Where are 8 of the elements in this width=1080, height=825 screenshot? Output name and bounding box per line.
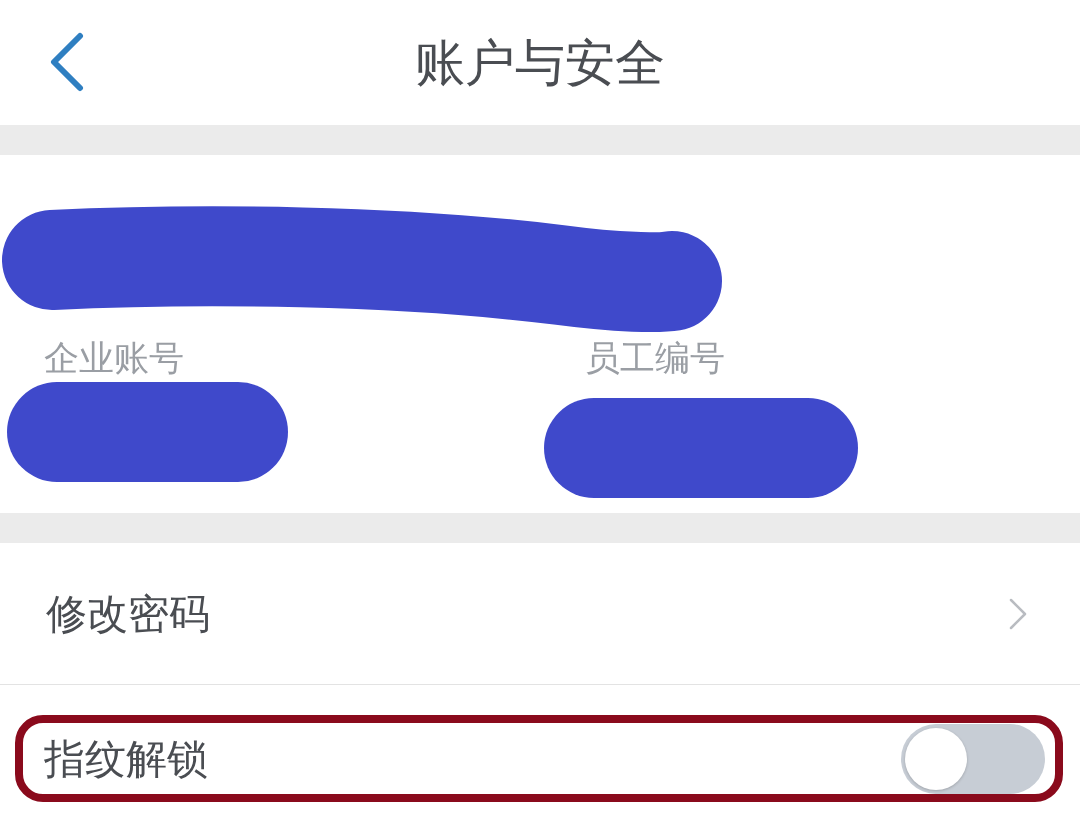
toggle-switch[interactable] [901, 723, 1045, 794]
field-label: 员工编号 [585, 338, 725, 378]
setting-label: 修改密码 [46, 589, 210, 638]
back-icon[interactable] [48, 32, 84, 92]
field-label: 企业账号 [44, 338, 184, 378]
chevron-right-icon[interactable] [1008, 596, 1028, 631]
page-title: 账户与安全 [415, 32, 665, 93]
setting-label: 指纹解锁 [44, 734, 208, 783]
